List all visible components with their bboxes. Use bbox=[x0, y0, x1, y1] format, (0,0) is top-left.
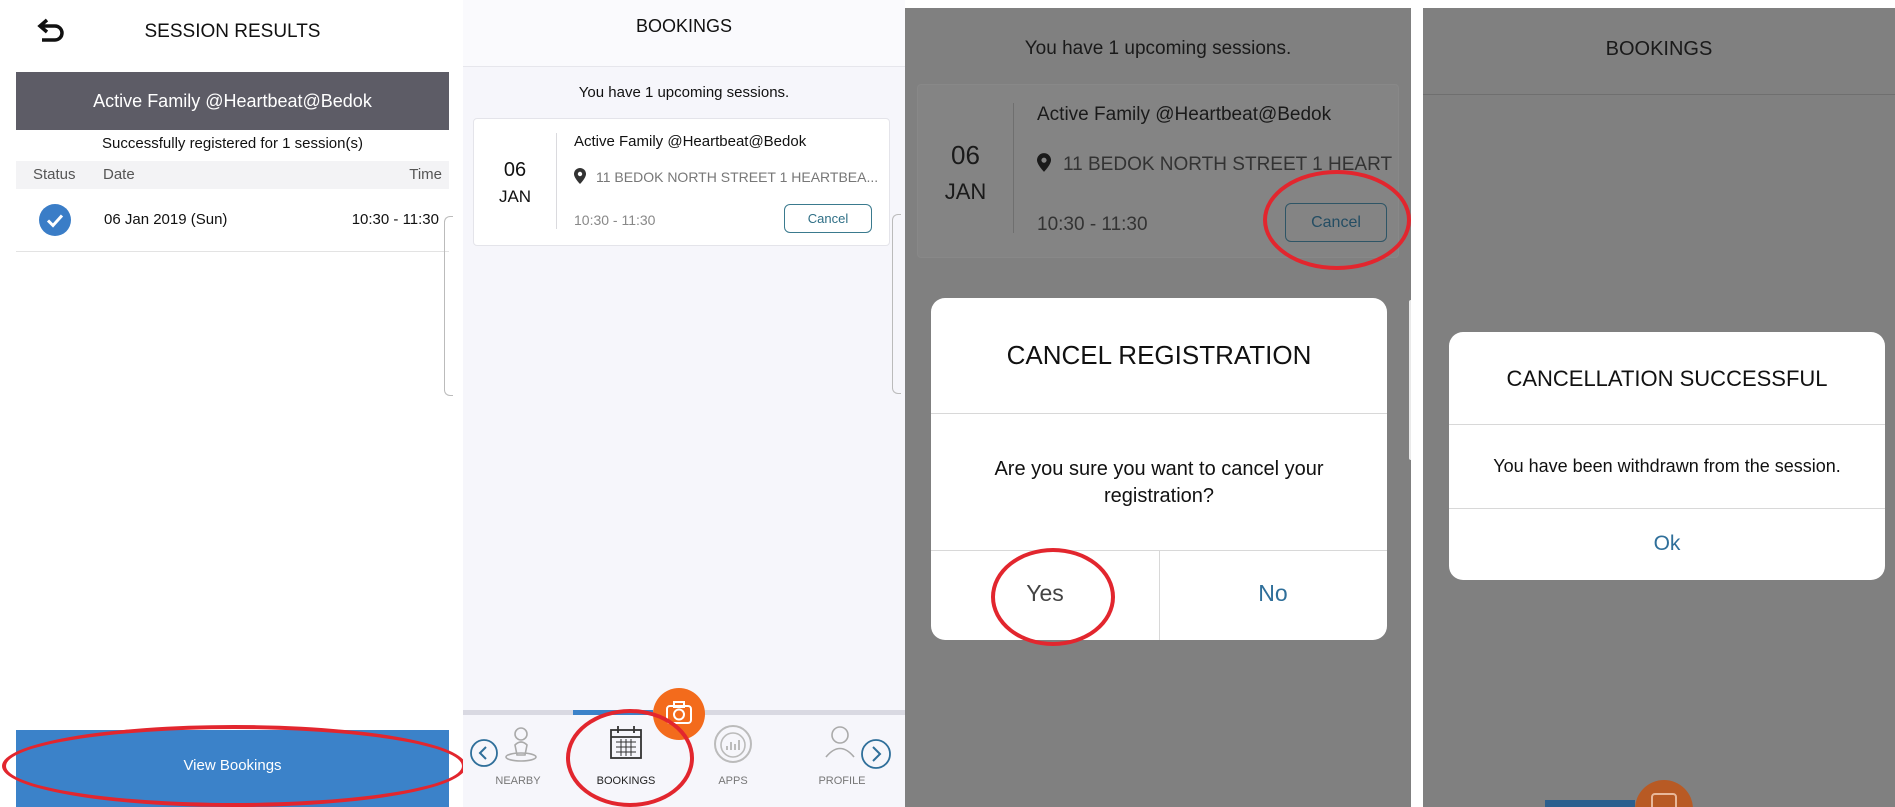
booking-day: 06 bbox=[951, 140, 980, 170]
session-address: 11 BEDOK NORTH STREET 1 HEARTBEA... bbox=[596, 169, 879, 185]
header: SESSION RESULTS bbox=[16, 0, 449, 64]
upcoming-count: You have 1 upcoming sessions. bbox=[578, 84, 790, 101]
divider bbox=[556, 133, 557, 229]
scroll-edge bbox=[892, 214, 901, 394]
divider bbox=[1013, 103, 1014, 233]
divider bbox=[1449, 508, 1885, 509]
tab-nearby[interactable]: NEARBY bbox=[473, 775, 563, 787]
page-title: SESSION RESULTS bbox=[144, 21, 321, 42]
chevron-left-icon[interactable] bbox=[469, 738, 499, 768]
cancel-confirmation-screen: You have 1 upcoming sessions. 06 JAN Act… bbox=[905, 0, 1411, 807]
no-button[interactable]: No bbox=[1159, 580, 1387, 607]
panel-gap bbox=[1411, 0, 1423, 807]
dialog-title: CANCEL REGISTRATION bbox=[1006, 340, 1312, 370]
top-edge bbox=[905, 0, 1411, 8]
header-divider bbox=[1423, 94, 1895, 95]
dialog-message: You have been withdrawn from the session… bbox=[1493, 456, 1841, 476]
table-row: 06 Jan 2019 (Sun) 10:30 - 11:30 bbox=[16, 189, 449, 252]
row-time: 10:30 - 11:30 bbox=[351, 211, 439, 228]
location-pin-icon bbox=[574, 168, 586, 184]
results-table-header: Status Date Time bbox=[16, 161, 449, 189]
booking-card[interactable]: 06 JAN Active Family @Heartbeat@Bedok 11… bbox=[473, 118, 890, 246]
scroll-edge bbox=[444, 216, 453, 396]
header: BOOKINGS bbox=[463, 0, 905, 67]
session-name: Active Family @Heartbeat@Bedok bbox=[574, 133, 807, 150]
page-title: BOOKINGS bbox=[635, 16, 733, 36]
booking-month: JAN bbox=[944, 179, 987, 204]
session-results-screen: SESSION RESULTS Active Family @Heartbeat… bbox=[0, 0, 463, 807]
profile-icon[interactable] bbox=[823, 724, 857, 760]
session-name-banner: Active Family @Heartbeat@Bedok bbox=[16, 72, 449, 130]
tab-profile[interactable]: PROFILE bbox=[797, 775, 887, 787]
cancel-button[interactable]: Cancel bbox=[784, 204, 872, 233]
session-time: 10:30 - 11:30 bbox=[574, 212, 656, 228]
booking-day: 06 bbox=[503, 159, 527, 181]
top-edge bbox=[1423, 0, 1895, 8]
upcoming-count: You have 1 upcoming sessions. bbox=[1024, 38, 1292, 59]
cancellation-success-dialog: CANCELLATION SUCCESSFUL You have been wi… bbox=[1449, 332, 1885, 580]
bookings-screen: BOOKINGS You have 1 upcoming sessions. 0… bbox=[463, 0, 905, 807]
location-pin-icon bbox=[1037, 153, 1051, 172]
ok-button[interactable]: Ok bbox=[1449, 532, 1885, 556]
active-tab-indicator bbox=[1545, 800, 1635, 807]
divider bbox=[931, 413, 1387, 414]
apps-icon[interactable] bbox=[713, 724, 753, 764]
column-status: Status bbox=[33, 166, 76, 183]
session-name: Active Family @Heartbeat@Bedok bbox=[1037, 104, 1332, 125]
session-time: 10:30 - 11:30 bbox=[1037, 214, 1148, 235]
highlight-circle bbox=[566, 709, 694, 807]
dialog-message: Are you sure you want to cancel your reg… bbox=[994, 458, 1324, 507]
highlight-circle bbox=[1263, 170, 1411, 270]
camera-button[interactable] bbox=[1635, 780, 1693, 807]
highlight-circle bbox=[2, 725, 463, 807]
nearby-icon[interactable] bbox=[503, 725, 539, 763]
highlight-circle bbox=[991, 548, 1115, 646]
column-time: Time bbox=[409, 166, 442, 183]
registered-check-icon bbox=[39, 204, 71, 236]
row-date: 06 Jan 2019 (Sun) bbox=[104, 211, 228, 228]
tab-apps[interactable]: APPS bbox=[688, 775, 778, 787]
success-message: Successfully registered for 1 session(s) bbox=[102, 135, 363, 152]
dialog-title: CANCELLATION SUCCESSFUL bbox=[1506, 366, 1828, 391]
column-date: Date bbox=[103, 166, 135, 183]
chevron-right-icon[interactable] bbox=[860, 738, 892, 770]
booking-date: 06 JAN bbox=[474, 119, 556, 245]
divider bbox=[1449, 424, 1885, 425]
booking-month: JAN bbox=[498, 187, 532, 206]
cancellation-success-screen: BOOKINGS CANCELLATION SUCCESSFUL You hav… bbox=[1423, 0, 1895, 807]
page-title: BOOKINGS bbox=[1605, 38, 1713, 60]
camera-icon bbox=[1651, 793, 1677, 807]
